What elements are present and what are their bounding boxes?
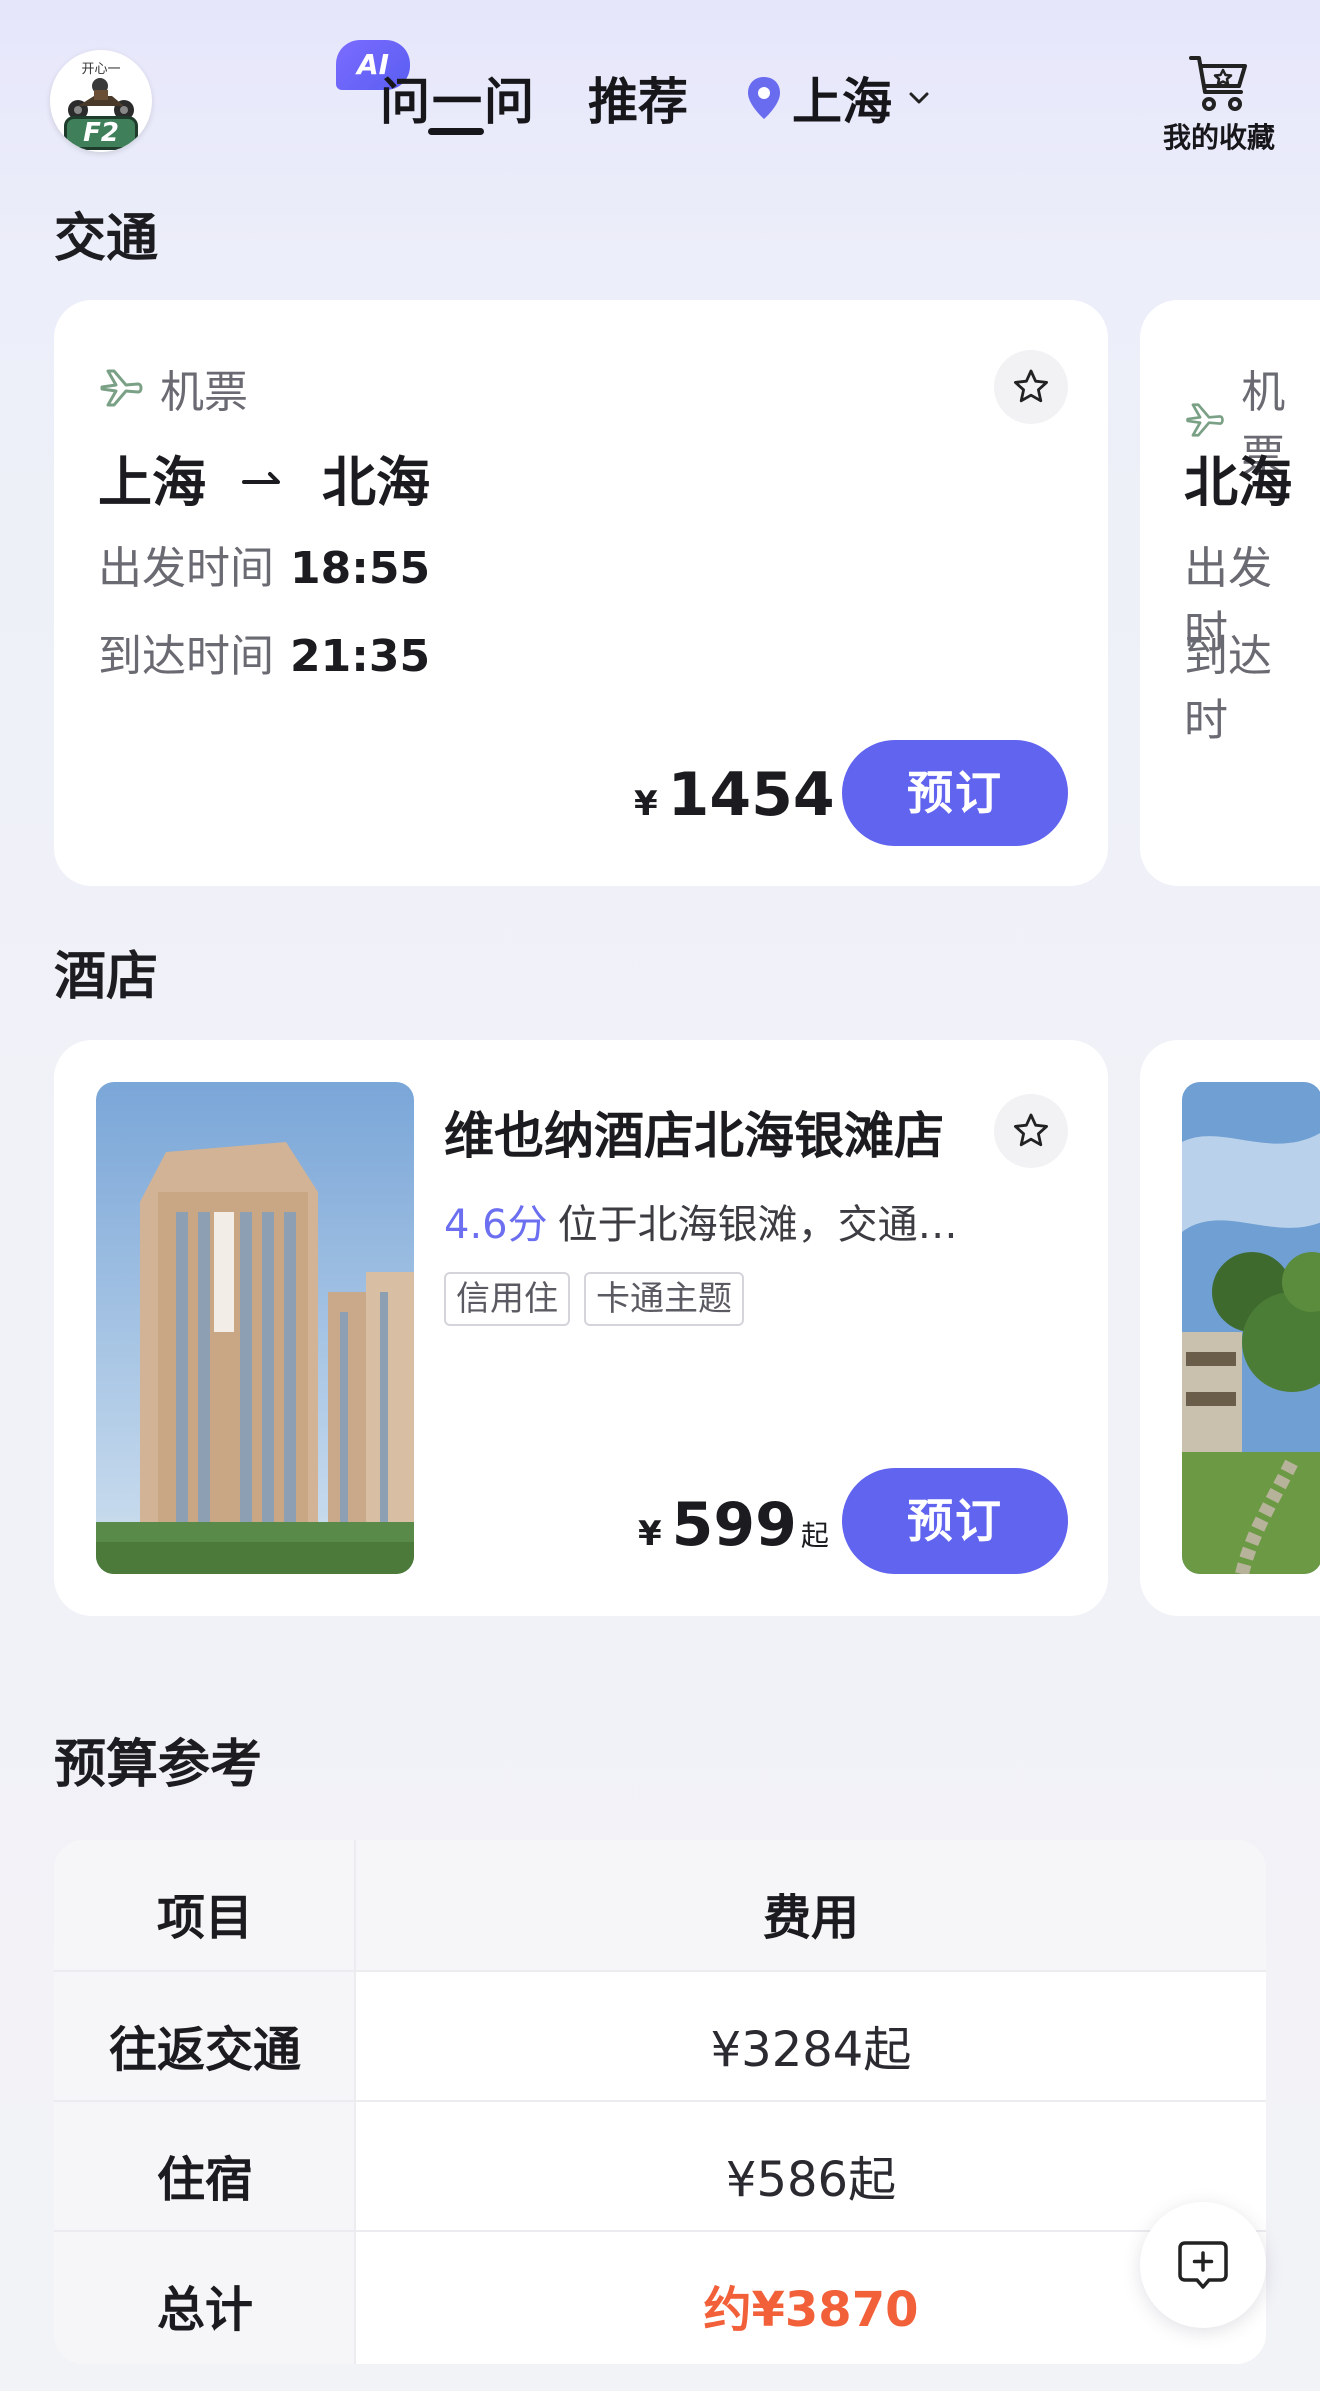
section-title-hotel: 酒店 <box>54 947 159 1007</box>
chevron-down-icon <box>909 92 929 104</box>
plane-icon <box>100 369 143 407</box>
pin-icon <box>748 77 780 119</box>
header-item: 项目 <box>156 1890 253 1946</box>
city-label: 上海 <box>792 73 892 131</box>
flight-card-next[interactable]: 机票 北海 出发时 到达时 <box>1140 300 1320 886</box>
star-icon <box>1014 1113 1048 1147</box>
row-cost: ¥586起 <box>725 2152 897 2208</box>
favorite-star-button[interactable] <box>994 1094 1068 1168</box>
add-chat-icon <box>1178 2241 1228 2289</box>
hotel-garden-image <box>1182 1082 1320 1574</box>
route-to: 北海 <box>322 451 430 514</box>
arrow-right-icon <box>242 471 280 484</box>
tab-recommend[interactable]: 推荐 <box>588 62 688 134</box>
price-value: 1454 <box>667 760 835 830</box>
arrive-row: 到达时 <box>1184 620 1320 748</box>
star-icon <box>1014 369 1048 403</box>
avatar-badge: F2 <box>64 116 138 150</box>
budget-table: 项目 费用 往返交通 ¥3284起 住宿 ¥586起 总计 约¥3870 <box>54 1840 1266 2364</box>
table-row: 往返交通 ¥3284起 <box>54 1970 1266 2100</box>
hotel-photo[interactable] <box>1182 1082 1320 1574</box>
arrive-row: 到达时间 21:35 <box>98 620 430 684</box>
avatar-caption: 开心一 <box>81 62 121 77</box>
top-bar: 开心一 F2 AI 问一问 推荐 上海 我的收藏 <box>0 0 1320 180</box>
tab-ask[interactable]: 问一问 <box>380 62 536 134</box>
currency-symbol: ¥ <box>634 784 658 824</box>
hotel-card-next[interactable] <box>1140 1040 1320 1616</box>
price-value: 599 <box>671 1490 797 1560</box>
depart-row: 出发时间 18:55 <box>98 532 430 596</box>
book-hotel-button[interactable]: 预订 <box>842 1468 1068 1574</box>
avatar[interactable]: 开心一 F2 <box>50 50 152 152</box>
depart-label: 出发时间 <box>98 543 274 594</box>
price-suffix: 起 <box>800 1519 829 1552</box>
hotel-name[interactable]: 维也纳酒店北海银滩店 <box>444 1096 944 1168</box>
table-header-row: 项目 费用 <box>54 1840 1266 1970</box>
hotel-photo[interactable] <box>96 1082 414 1574</box>
header-cost: 费用 <box>762 1890 859 1946</box>
flight-price: ¥ 1454 <box>634 760 835 830</box>
row-cost-total: 约¥3870 <box>703 2282 919 2338</box>
hotel-description: 位于北海银滩，交通… <box>557 1202 958 1248</box>
new-chat-button[interactable] <box>1140 2202 1266 2328</box>
ticket-type: 机票 <box>98 356 248 420</box>
favorites-label: 我的收藏 <box>1162 121 1275 154</box>
favorites-button[interactable]: 我的收藏 <box>1158 52 1280 156</box>
row-item: 总计 <box>156 2282 253 2338</box>
cart-icon <box>1189 56 1247 111</box>
city-selector[interactable]: 上海 <box>746 62 932 134</box>
arrive-label: 到达时 <box>1184 631 1272 746</box>
row-item: 往返交通 <box>108 2022 301 2078</box>
hotel-score: 4.6分 <box>444 1202 548 1248</box>
route-from: 北海 <box>1184 451 1292 514</box>
hotel-summary: 4.6分 位于北海银滩，交通… <box>444 1192 1034 1250</box>
hotel-tag: 卡通主题 <box>584 1272 744 1326</box>
plane-icon <box>1186 403 1224 437</box>
hotel-building-image <box>96 1082 414 1574</box>
favorite-star-button[interactable] <box>994 350 1068 424</box>
flight-route: 上海 北海 <box>98 438 430 517</box>
depart-time: 18:55 <box>290 543 431 594</box>
hotel-tag: 信用住 <box>444 1272 570 1326</box>
active-tab-indicator <box>428 128 484 135</box>
hotel-price: ¥ 599 起 <box>638 1490 829 1560</box>
hotel-tags: 信用住 卡通主题 <box>444 1272 758 1326</box>
arrive-time: 21:35 <box>290 631 431 682</box>
section-title-budget: 预算参考 <box>54 1735 263 1795</box>
book-flight-button[interactable]: 预订 <box>842 740 1068 846</box>
ticket-type-label: 机票 <box>160 367 248 418</box>
section-title-transport: 交通 <box>54 209 159 269</box>
flight-card[interactable]: 机票 上海 北海 出发时间 18:55 到达时间 21:35 ¥ 1454 预订 <box>54 300 1108 886</box>
flight-route: 北海 <box>1184 438 1292 517</box>
row-cost: ¥3284起 <box>710 2022 912 2078</box>
table-row: 住宿 ¥586起 <box>54 2100 1266 2230</box>
route-from: 上海 <box>98 451 206 514</box>
arrive-label: 到达时间 <box>98 631 274 682</box>
hotel-card[interactable]: 维也纳酒店北海银滩店 4.6分 位于北海银滩，交通… 信用住 卡通主题 ¥ 599… <box>54 1040 1108 1616</box>
currency-symbol: ¥ <box>638 1514 662 1554</box>
row-item: 住宿 <box>156 2152 253 2208</box>
table-row: 总计 约¥3870 <box>54 2230 1266 2360</box>
